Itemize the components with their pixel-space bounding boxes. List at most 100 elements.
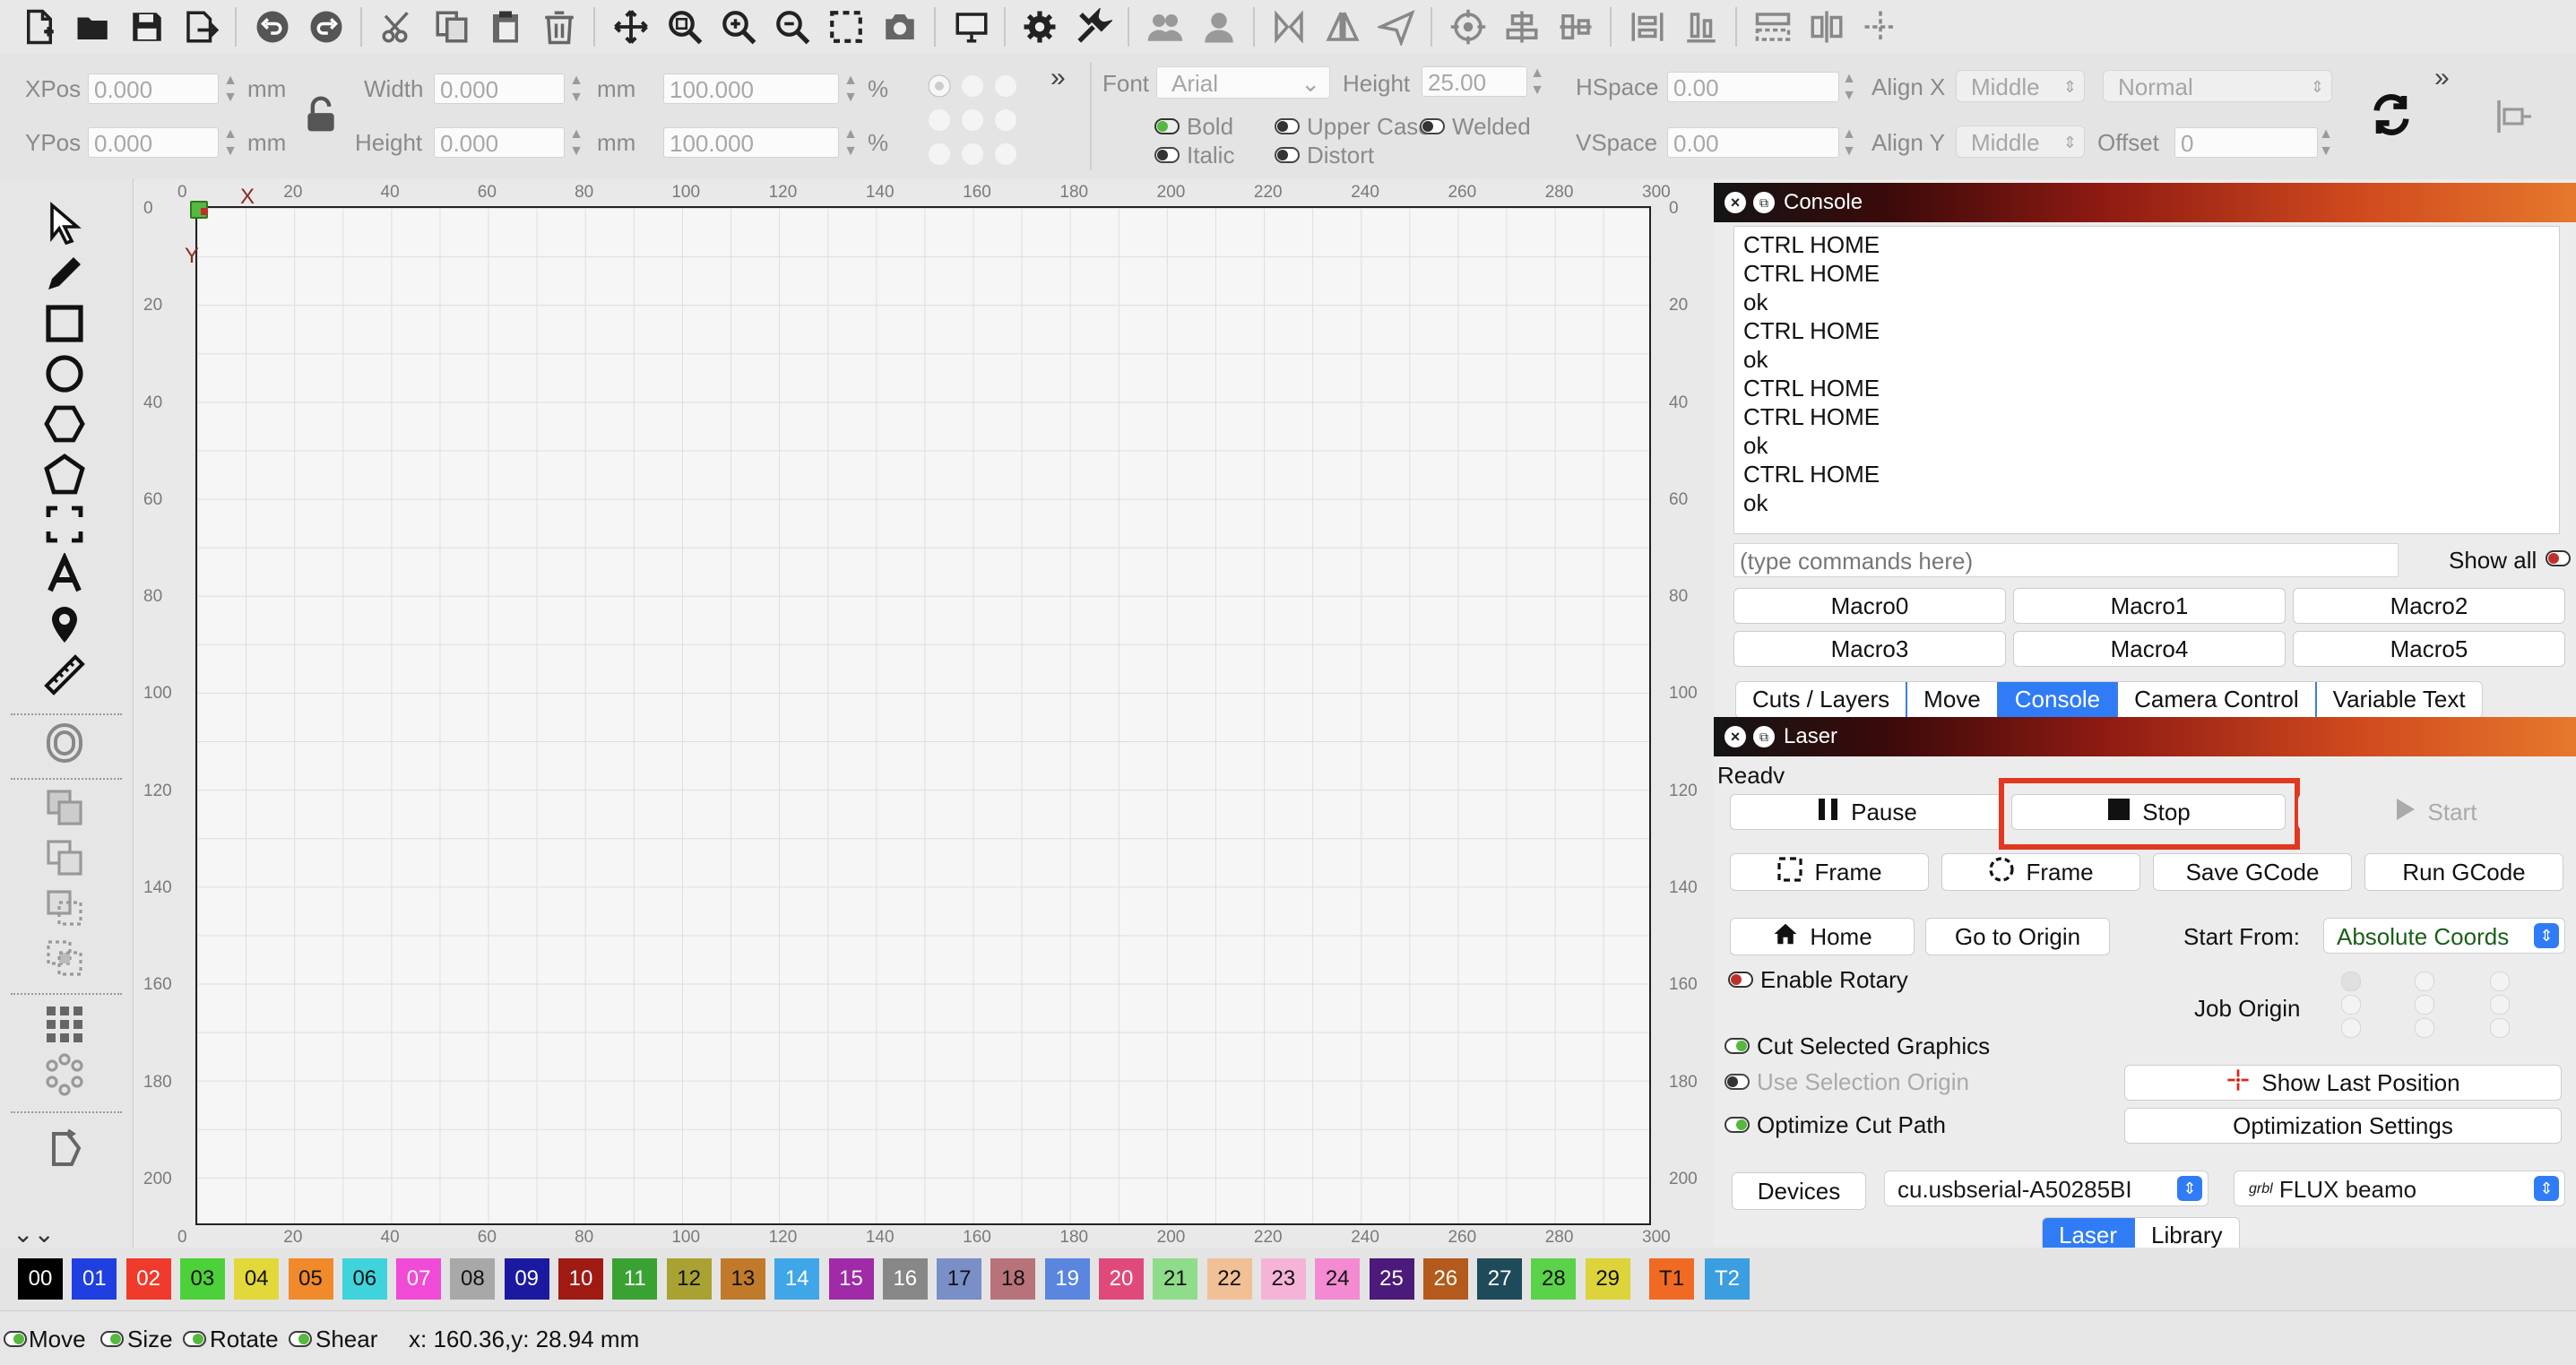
height-input[interactable]: 0.000	[434, 127, 565, 158]
job-origin-radio-tr[interactable]	[2490, 972, 2510, 991]
layer-color-swatch[interactable]: 06	[341, 1258, 387, 1300]
users-icon[interactable]	[1144, 5, 1187, 48]
job-origin-radio-mr[interactable]	[2490, 995, 2510, 1015]
save-gcode-button[interactable]: Save GCode	[2153, 853, 2352, 891]
home-button[interactable]: Home	[1730, 918, 1915, 955]
layer-color-swatch[interactable]: 22	[1206, 1258, 1252, 1300]
xpos-stepper[interactable]: ▲ ▼	[222, 72, 238, 106]
union-icon[interactable]	[39, 835, 90, 880]
macro-button[interactable]: Macro5	[2293, 631, 2565, 667]
job-origin-radio-bl[interactable]	[2341, 1018, 2361, 1038]
layer-color-swatch[interactable]: 21	[1153, 1258, 1198, 1300]
job-origin-radio-tl[interactable]	[2341, 972, 2361, 991]
camera-icon[interactable]	[878, 5, 921, 48]
rectangle-icon[interactable]	[39, 301, 90, 346]
crop-icon[interactable]	[39, 502, 90, 547]
macro-button[interactable]: Macro0	[1733, 588, 2006, 624]
tab-camera-control[interactable]: Camera Control	[2118, 682, 2317, 718]
macro-button[interactable]: Macro3	[1733, 631, 2006, 667]
monitor-icon[interactable]	[950, 5, 993, 48]
tab-cuts-layers[interactable]: Cuts / Layers	[1736, 682, 1908, 718]
layer-color-swatch[interactable]: 09	[504, 1258, 549, 1300]
tab-move[interactable]: Move	[1907, 682, 1999, 718]
layer-color-swatch[interactable]: 27	[1477, 1258, 1523, 1300]
job-origin-radio-br[interactable]	[2490, 1018, 2510, 1038]
align-edge-icon[interactable]	[1805, 5, 1848, 48]
ypos-input[interactable]: 0.000	[88, 127, 219, 158]
align-center-icon[interactable]	[1500, 5, 1543, 48]
layer-color-swatch[interactable]: 29	[1585, 1258, 1630, 1300]
layer-color-swatch[interactable]: 00	[18, 1258, 63, 1300]
dock-icon[interactable]	[1751, 5, 1794, 48]
offset-input[interactable]: 0	[2174, 127, 2318, 158]
new-file-icon[interactable]	[18, 5, 61, 48]
intersect-icon[interactable]	[39, 936, 90, 981]
bold-toggle[interactable]	[1154, 118, 1180, 134]
tools-icon[interactable]	[1072, 5, 1115, 48]
open-folder-icon[interactable]	[72, 5, 115, 48]
start-button[interactable]: Start	[2298, 794, 2572, 830]
grid-array-icon[interactable]	[39, 1002, 90, 1047]
layer-color-swatch[interactable]: 16	[882, 1258, 928, 1300]
tab-variable-text[interactable]: Variable Text	[2317, 682, 2482, 718]
width-input[interactable]: 0.000	[434, 73, 565, 104]
job-origin-radio-ml[interactable]	[2341, 995, 2361, 1015]
settings-icon[interactable]	[1018, 5, 1061, 48]
cut-selected-toggle[interactable]	[1725, 1038, 1750, 1054]
port-select[interactable]: cu.usbserial-A50285BI ⇕	[1884, 1171, 2209, 1206]
use-selection-origin-toggle[interactable]	[1725, 1074, 1750, 1090]
refresh-icon[interactable]	[2366, 90, 2420, 143]
command-input[interactable]: (type commands here)	[1733, 543, 2399, 577]
width-stepper[interactable]: ▲ ▼	[568, 72, 584, 106]
offset-icon[interactable]	[39, 721, 90, 765]
layer-color-swatch[interactable]: 14	[774, 1258, 820, 1300]
distribute-v-icon[interactable]	[1680, 5, 1723, 48]
macro-button[interactable]: Macro2	[2293, 588, 2565, 624]
shear-toggle[interactable]	[289, 1331, 312, 1347]
export-icon[interactable]	[179, 5, 222, 48]
paste-icon[interactable]	[484, 5, 527, 48]
pause-button[interactable]: Pause	[1730, 794, 2004, 830]
layer-color-swatch[interactable]: 25	[1369, 1258, 1414, 1300]
show-last-position-button[interactable]: Show Last Position	[2124, 1065, 2562, 1101]
workspace-grid[interactable]	[195, 206, 1651, 1225]
welded-toggle[interactable]	[1420, 118, 1445, 134]
layer-color-swatch[interactable]: 18	[990, 1258, 1036, 1300]
lock-ratio-icon[interactable]	[301, 93, 341, 138]
go-to-origin-button[interactable]: Go to Origin	[1925, 918, 2110, 955]
close-icon[interactable]: ×	[1725, 192, 1746, 213]
target-icon[interactable]	[1447, 5, 1490, 48]
more-options-icon-2[interactable]: »	[2434, 63, 2450, 93]
devices-button[interactable]: Devices	[1732, 1172, 1866, 1210]
start-from-select[interactable]: Absolute Coords ⇕	[2323, 918, 2565, 954]
ypos-stepper[interactable]: ▲ ▼	[222, 125, 238, 160]
layer-color-swatch[interactable]: 20	[1099, 1258, 1144, 1300]
text-height-stepper[interactable]: ▲ ▼	[1529, 65, 1545, 99]
scale-height-stepper[interactable]: ▲ ▼	[843, 125, 859, 160]
zoom-fit-icon[interactable]	[663, 5, 706, 48]
redo-icon[interactable]	[305, 5, 348, 48]
move-icon[interactable]	[609, 5, 653, 48]
text-tool-icon[interactable]	[39, 552, 90, 597]
close-icon[interactable]: ×	[1725, 726, 1746, 747]
layer-color-swatch[interactable]: T2	[1705, 1258, 1750, 1300]
layer-color-swatch[interactable]: 24	[1315, 1258, 1361, 1300]
xpos-input[interactable]: 0.000	[88, 73, 219, 104]
anchor-grid[interactable]	[923, 72, 1022, 170]
mirror-h-icon[interactable]	[1267, 5, 1310, 48]
tab-console[interactable]: Console	[1998, 682, 2119, 718]
float-icon[interactable]: ⧉	[1753, 192, 1775, 213]
offset-stepper[interactable]: ▲ ▼	[2318, 125, 2334, 160]
job-origin-radio-bc[interactable]	[2415, 1018, 2434, 1038]
frame-button[interactable]: Frame	[1730, 853, 1929, 891]
align-middle-icon[interactable]	[1554, 5, 1597, 48]
text-height-input[interactable]: 25.00	[1422, 66, 1527, 97]
macro-button[interactable]: Macro1	[2013, 588, 2286, 624]
align-panel-icon[interactable]	[2492, 95, 2537, 140]
device-select[interactable]: grbl FLUX beamo ⇕	[2234, 1171, 2565, 1206]
layer-color-swatch[interactable]: 12	[666, 1258, 712, 1300]
zoom-in-icon[interactable]	[717, 5, 760, 48]
select-frame-icon[interactable]	[825, 5, 868, 48]
aligny-select[interactable]: Middle ⇕	[1956, 125, 2085, 158]
save-icon[interactable]	[125, 5, 169, 48]
